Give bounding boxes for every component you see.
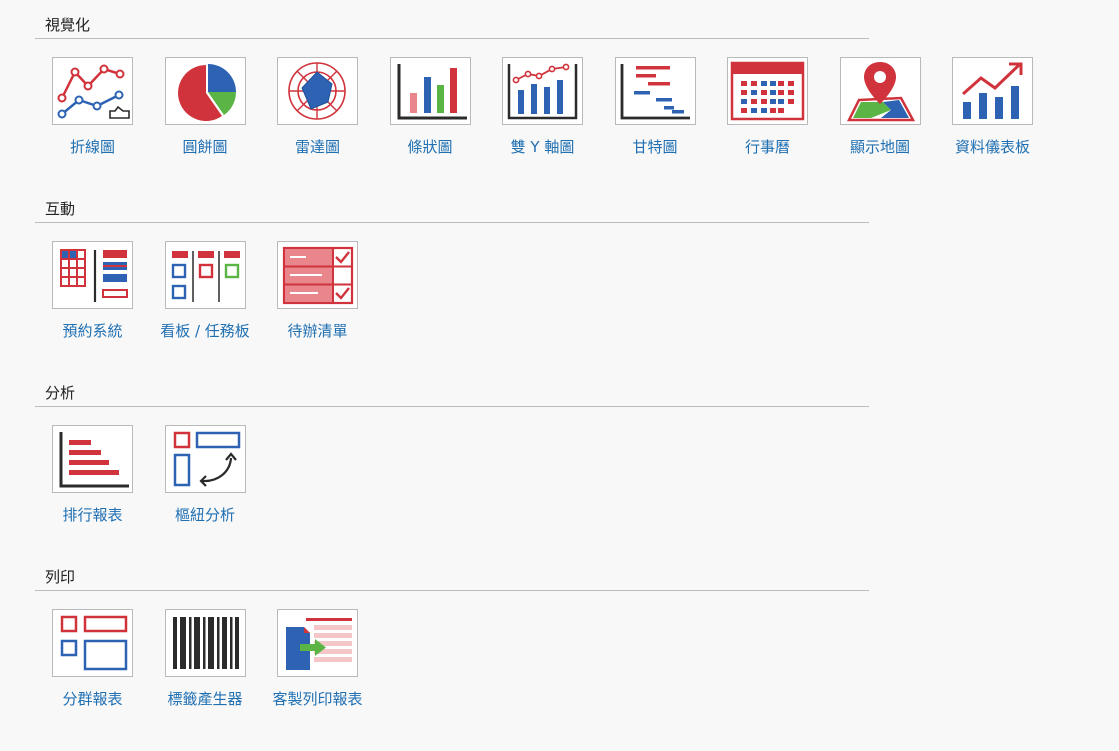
app-label: 客製列印報表	[272, 690, 363, 708]
grouped-report-icon	[60, 615, 128, 671]
app-label: 條狀圖	[407, 138, 453, 156]
tile[interactable]	[164, 241, 246, 309]
app-label: 樞紐分析	[174, 506, 235, 524]
line-chart-icon	[57, 64, 130, 119]
app-gantt-chart[interactable]: 甘特圖	[614, 57, 728, 157]
tile[interactable]	[52, 241, 133, 309]
app-grid: 分群報表 標籤產生器 客製列印報表	[52, 609, 390, 709]
app-map[interactable]: 顯示地圖	[839, 57, 953, 157]
app-todo-list[interactable]: 待辦清單	[277, 241, 390, 341]
tile[interactable]	[52, 609, 133, 677]
tile[interactable]	[727, 57, 808, 125]
app-label: 甘特圖	[632, 138, 678, 156]
tile[interactable]	[389, 57, 471, 125]
tile[interactable]	[52, 425, 133, 493]
tile[interactable]	[839, 57, 921, 125]
tile[interactable]	[277, 57, 358, 125]
pivot-analysis-icon	[173, 431, 240, 487]
app-label: 資料儀表板	[954, 138, 1030, 156]
app-label: 分群報表	[62, 690, 123, 708]
app-ranking-report[interactable]: 排行報表	[52, 425, 165, 525]
app-label: 雷達圖	[294, 138, 340, 156]
app-bar-chart[interactable]: 條狀圖	[389, 57, 503, 157]
app-grouped-report[interactable]: 分群報表	[52, 609, 165, 709]
tile[interactable]	[952, 57, 1033, 125]
dashboard-icon	[962, 62, 1023, 119]
todo-list-icon	[282, 246, 354, 305]
app-label-generator[interactable]: 標籤產生器	[164, 609, 278, 709]
kanban-board-icon	[171, 251, 240, 302]
app-label: 待辦清單	[287, 322, 348, 340]
tile[interactable]	[164, 609, 246, 677]
app-custom-print-report[interactable]: 客製列印報表	[273, 609, 390, 709]
app-dual-axis-chart[interactable]: 雙 Y 軸圖	[502, 57, 615, 157]
tile[interactable]	[52, 57, 133, 125]
section-title: 列印	[35, 566, 869, 591]
section-title: 互動	[35, 198, 869, 223]
section-interaction: 互動 預約系統 看板 / 任務板 待辦清單	[35, 198, 869, 340]
booking-system-icon	[60, 249, 128, 302]
dual-axis-chart-icon	[507, 63, 578, 120]
tile[interactable]	[502, 57, 583, 125]
app-label: 圓餅圖	[182, 138, 228, 156]
calendar-icon	[730, 61, 805, 121]
app-dashboard[interactable]: 資料儀表板	[952, 57, 1065, 157]
app-pivot-analysis[interactable]: 樞紐分析	[164, 425, 278, 525]
app-label: 顯示地圖	[849, 138, 910, 156]
tile[interactable]	[277, 241, 358, 309]
section-print: 列印 分群報表 標籤產生器 客製列印報表	[35, 566, 869, 708]
pie-chart-icon	[177, 64, 236, 121]
bar-chart-icon	[397, 64, 467, 120]
section-title: 視覺化	[35, 14, 869, 39]
app-label: 行事曆	[744, 138, 790, 156]
app-label: 折線圖	[69, 138, 115, 156]
app-label: 排行報表	[62, 506, 123, 524]
tile[interactable]	[164, 425, 246, 493]
app-booking-system[interactable]: 預約系統	[52, 241, 165, 341]
app-calendar[interactable]: 行事曆	[727, 57, 840, 157]
app-label: 預約系統	[62, 322, 123, 340]
ranking-report-icon	[59, 432, 129, 488]
map-icon	[846, 62, 915, 122]
tile[interactable]	[164, 57, 246, 125]
app-kanban-board[interactable]: 看板 / 任務板	[160, 241, 278, 341]
app-label: 看板 / 任務板	[160, 322, 250, 340]
section-visualization: 視覺化 折線圖 圓餅圖 雷達圖 條狀圖 雙 Y 軸圖 甘特圖 行事曆 顯示地圖 …	[35, 14, 1033, 156]
app-grid: 預約系統 看板 / 任務板 待辦清單	[52, 241, 390, 341]
app-line-chart[interactable]: 折線圖	[52, 57, 165, 157]
app-label: 標籤產生器	[167, 690, 243, 708]
app-radar-chart[interactable]: 雷達圖	[277, 57, 390, 157]
app-label: 雙 Y 軸圖	[510, 138, 575, 156]
app-grid: 排行報表 樞紐分析	[52, 425, 277, 525]
label-generator-icon	[172, 617, 239, 669]
section-analysis: 分析 排行報表 樞紐分析	[35, 382, 869, 524]
app-grid: 折線圖 圓餅圖 雷達圖 條狀圖 雙 Y 軸圖 甘特圖 行事曆 顯示地圖 資料儀表…	[52, 57, 1065, 157]
app-pie-chart[interactable]: 圓餅圖	[164, 57, 278, 157]
radar-chart-icon	[288, 62, 346, 120]
custom-print-report-icon	[286, 618, 352, 670]
tile[interactable]	[614, 57, 696, 125]
tile[interactable]	[277, 609, 358, 677]
section-title: 分析	[35, 382, 869, 407]
gantt-chart-icon	[620, 64, 690, 120]
